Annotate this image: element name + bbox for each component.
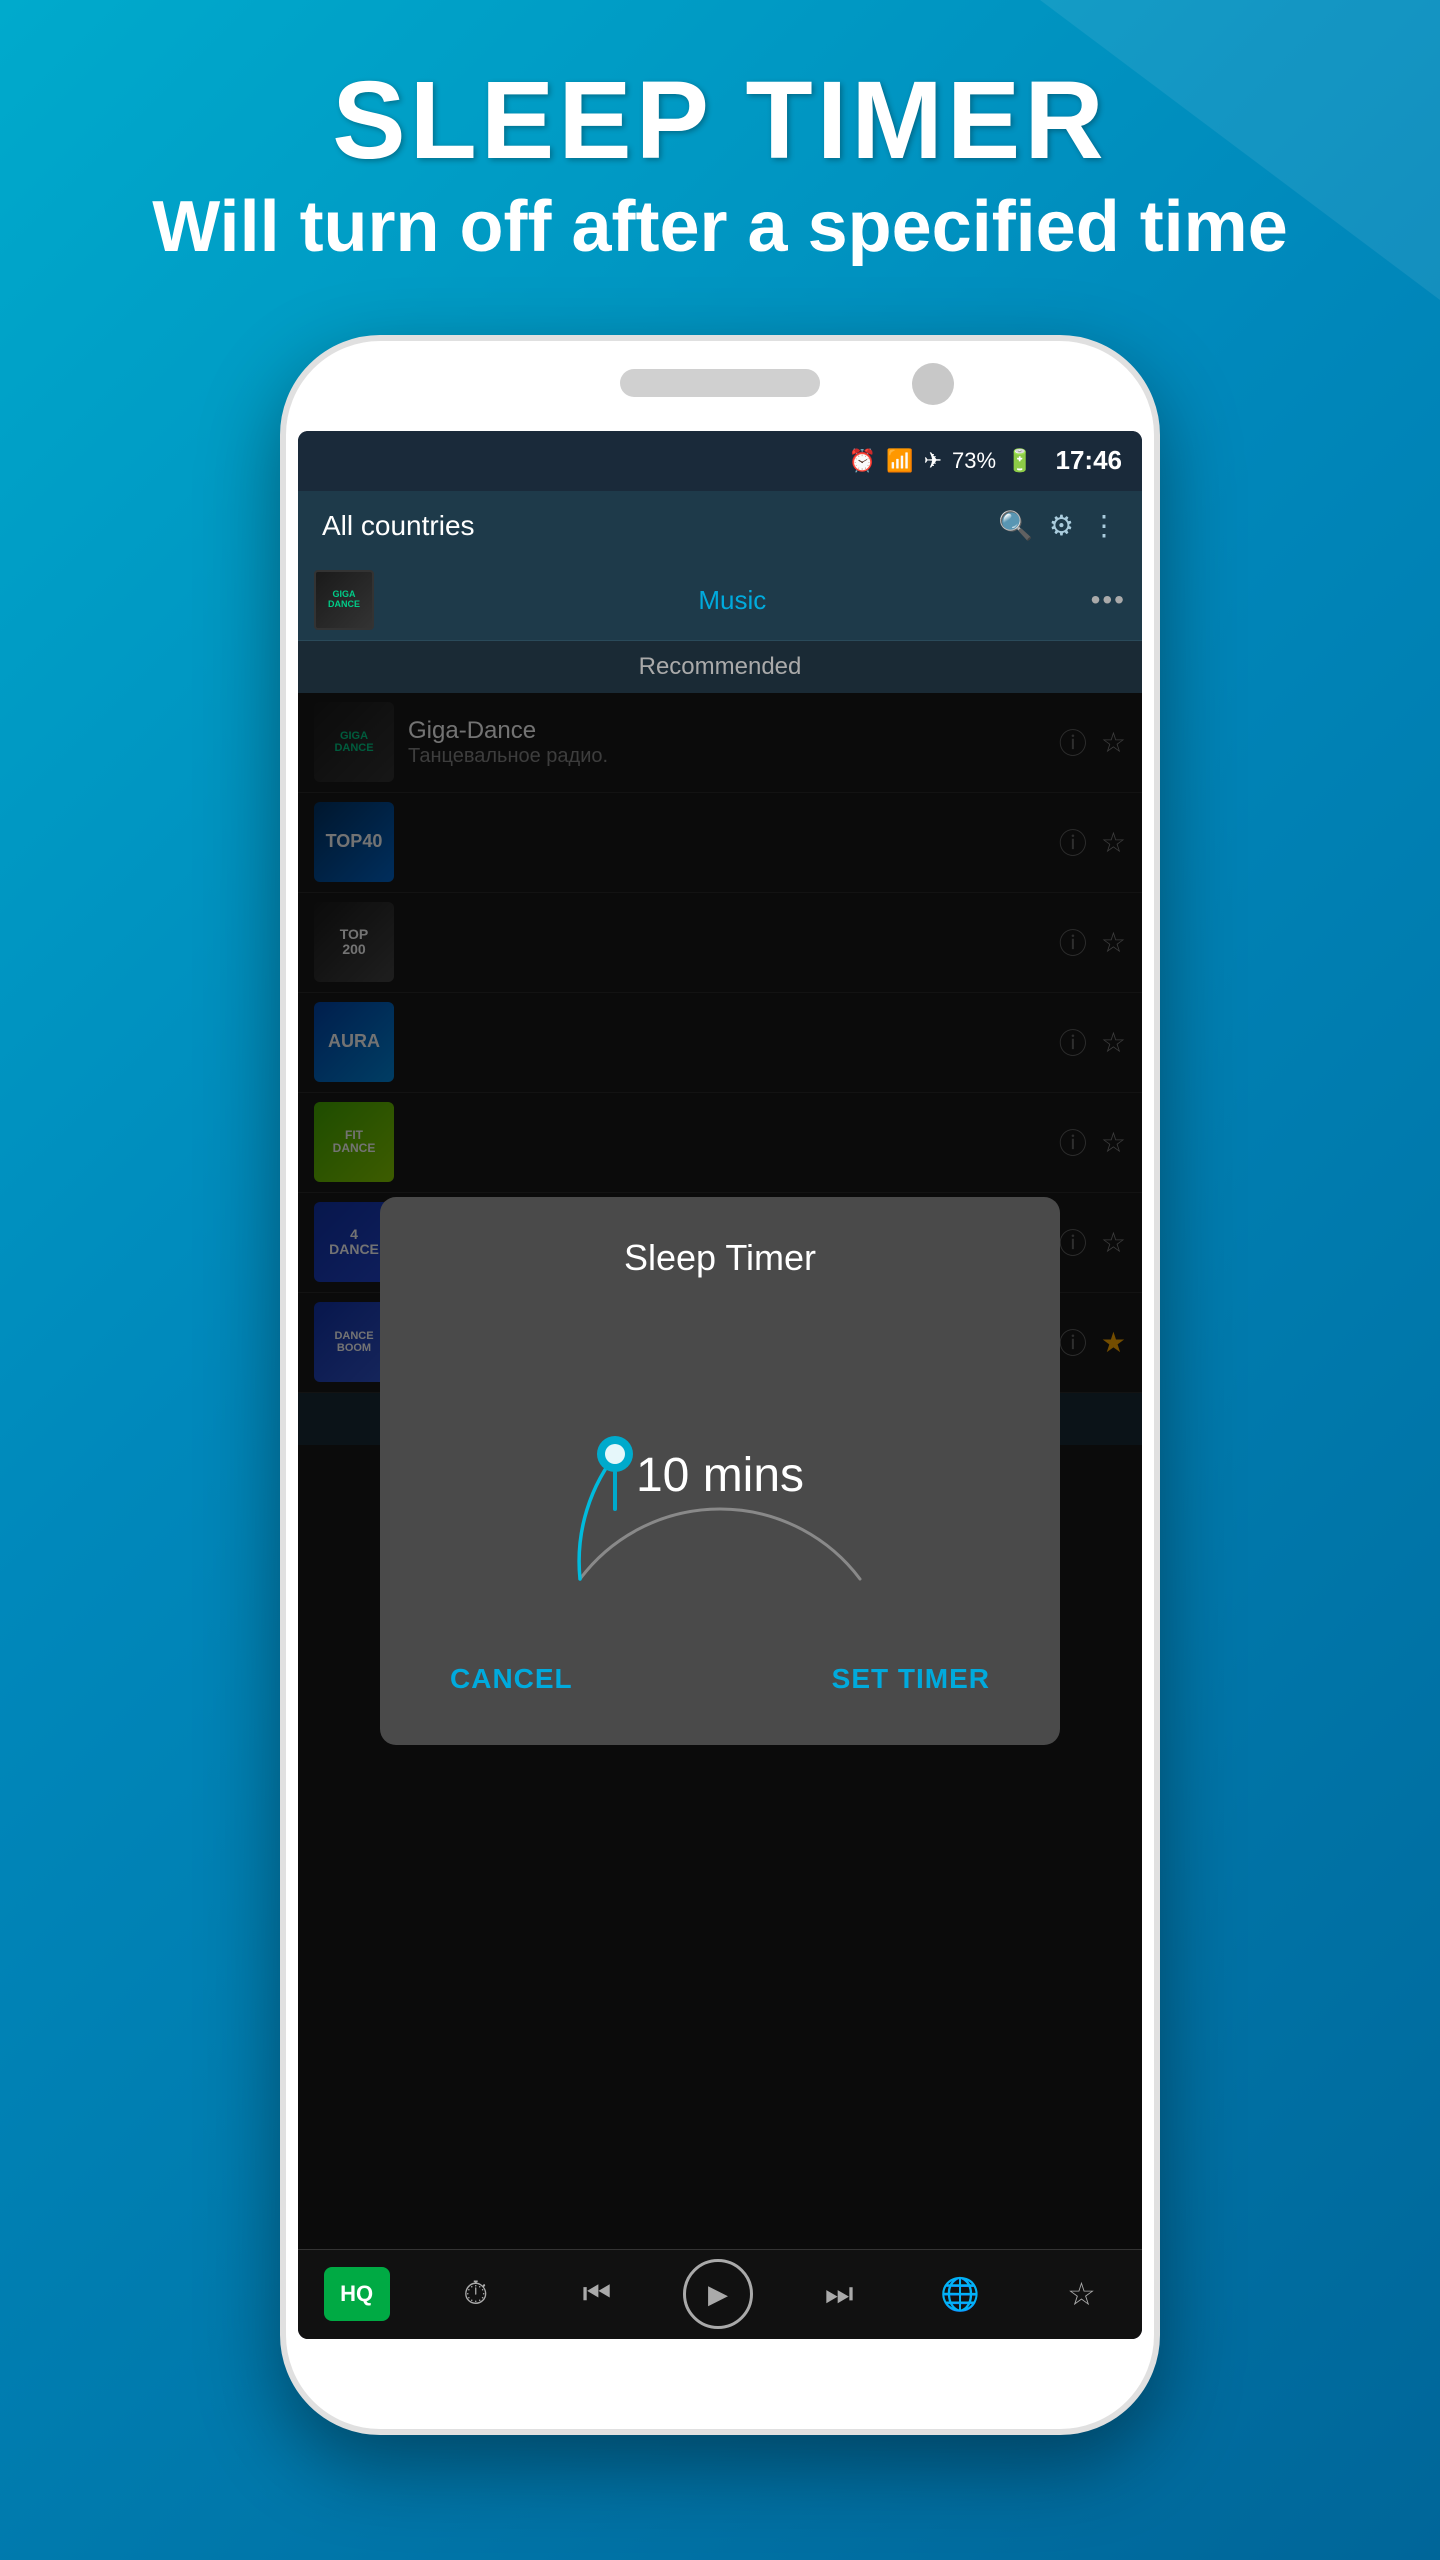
favorites-button[interactable]: ☆ (1046, 2259, 1116, 2329)
sleep-timer-overlay: Sleep Timer (298, 693, 1142, 2249)
dialog-buttons: CANCEL SET TIMER (420, 1649, 1020, 1709)
app-header: All countries 🔍 ⚙ ⋮ (298, 491, 1142, 561)
battery-icon: 🔋 (1006, 448, 1033, 474)
recommended-section-label: Recommended (298, 641, 1142, 693)
wifi-icon: 📶 (886, 448, 913, 474)
alarm-icon: ⏰ (849, 448, 876, 474)
sleep-timer-dialog: Sleep Timer (380, 1197, 1060, 1745)
status-time: 17:46 (1056, 445, 1123, 476)
now-playing-logo: GIGA DANCE (314, 570, 374, 630)
phone-speaker (620, 369, 820, 397)
phone-shell: ⏰ 📶 ✈ 73% 🔋 17:46 All countries 🔍 ⚙ ⋮ GI… (280, 335, 1160, 2435)
more-dots-icon[interactable]: ••• (1091, 584, 1126, 616)
hq-button[interactable]: HQ (324, 2267, 390, 2321)
now-playing-genre: Music (386, 585, 1079, 616)
more-options-icon[interactable]: ⋮ (1090, 509, 1118, 542)
bottom-nav: HQ ⏱ ⏮ ▶ ⏭ 🌐 ☆ (298, 2249, 1142, 2339)
phone-screen: ⏰ 📶 ✈ 73% 🔋 17:46 All countries 🔍 ⚙ ⋮ GI… (298, 431, 1142, 2339)
status-bar: ⏰ 📶 ✈ 73% 🔋 17:46 (298, 431, 1142, 491)
stations-list: GIGADANCE Giga-Dance Танцевальное радио.… (298, 693, 1142, 2249)
airplane-icon: ✈ (924, 448, 942, 474)
globe-button[interactable]: 🌐 (925, 2259, 995, 2329)
app-header-title: All countries (322, 510, 982, 542)
battery-level: 73% (952, 448, 996, 474)
filter-icon[interactable]: ⚙ (1049, 509, 1074, 542)
phone-camera (912, 363, 954, 405)
set-timer-button[interactable]: SET TIMER (802, 1649, 1020, 1709)
search-icon[interactable]: 🔍 (998, 509, 1033, 542)
cancel-button[interactable]: CANCEL (420, 1649, 603, 1709)
next-button[interactable]: ⏭ (804, 2259, 874, 2329)
status-icons: ⏰ 📶 ✈ 73% 🔋 (849, 448, 1034, 474)
dialog-title: Sleep Timer (624, 1237, 816, 1279)
prev-button[interactable]: ⏮ (562, 2259, 632, 2329)
timer-minutes-label: 10 mins (636, 1448, 804, 1503)
play-icon: ▶ (708, 2279, 728, 2310)
sleep-timer-button[interactable]: ⏱ (441, 2259, 511, 2329)
play-button[interactable]: ▶ (683, 2259, 753, 2329)
timer-display[interactable]: 10 mins (520, 1309, 920, 1609)
now-playing-bar: GIGA DANCE Music ••• (298, 561, 1142, 641)
